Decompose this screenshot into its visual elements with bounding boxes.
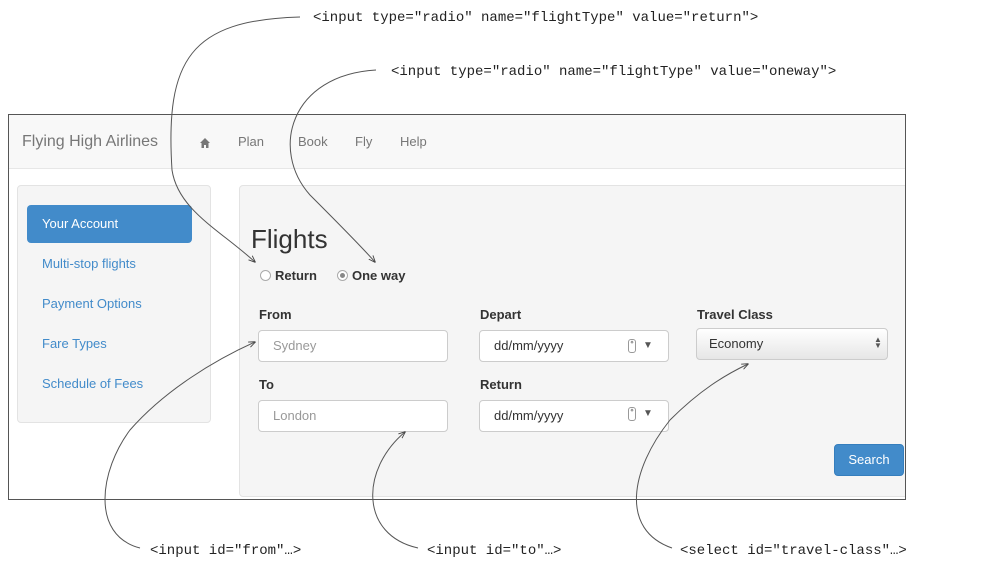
depart-label: Depart [480, 307, 522, 322]
annotation-from-input: <input id="from"…> [150, 543, 302, 559]
nav-plan[interactable]: Plan [238, 134, 264, 149]
select-arrows-icon: ▲ ▼ [874, 335, 882, 350]
navbar: Flying High Airlines Plan Book Fly Help [9, 115, 905, 169]
sidebar: Your Account Multi-stop flights Payment … [17, 185, 211, 423]
return-label: Return [480, 377, 522, 392]
home-icon[interactable] [199, 136, 211, 148]
spinner-icon[interactable]: ⋄ [628, 339, 636, 353]
flight-search-panel: Flights Return One way From Sydney To Lo… [239, 185, 905, 497]
depart-date-input[interactable]: dd/mm/yyyy [479, 330, 669, 362]
sidebar-item-multi-stop-flights[interactable]: Multi-stop flights [27, 245, 192, 283]
travel-class-select[interactable]: Economy [696, 328, 888, 360]
page-title: Flights [251, 224, 328, 254]
return-radio[interactable] [260, 270, 271, 281]
travel-class-label: Travel Class [697, 307, 773, 322]
sidebar-item-schedule-of-fees[interactable]: Schedule of Fees [27, 365, 192, 403]
sidebar-item-your-account[interactable]: Your Account [27, 205, 192, 243]
annotation-oneway-radio: <input type="radio" name="flightType" va… [391, 64, 837, 80]
annotation-return-radio: <input type="radio" name="flightType" va… [313, 10, 759, 26]
to-label: To [259, 377, 274, 392]
nav-fly[interactable]: Fly [355, 134, 372, 149]
from-label: From [259, 307, 292, 322]
spinner-icon[interactable]: ⋄ [628, 407, 636, 421]
nav-help[interactable]: Help [400, 134, 427, 149]
app-window: Flying High Airlines Plan Book Fly Help … [8, 114, 906, 500]
return-date-input[interactable]: dd/mm/yyyy [479, 400, 669, 432]
oneway-radio-label[interactable]: One way [352, 268, 405, 283]
sidebar-item-fare-types[interactable]: Fare Types [27, 325, 192, 363]
annotation-travel-class-select: <select id="travel-class"…> [680, 543, 907, 559]
sidebar-item-payment-options[interactable]: Payment Options [27, 285, 192, 323]
oneway-radio[interactable] [337, 270, 348, 281]
from-input[interactable]: Sydney [258, 330, 448, 362]
brand-link[interactable]: Flying High Airlines [22, 133, 158, 151]
search-button[interactable]: Search [834, 444, 904, 476]
return-radio-label[interactable]: Return [275, 268, 317, 283]
return-date-placeholder: dd/mm/yyyy [494, 408, 564, 423]
depart-date-placeholder: dd/mm/yyyy [494, 338, 564, 353]
caret-down-icon[interactable]: ▼ [643, 408, 653, 419]
to-input[interactable]: London [258, 400, 448, 432]
annotation-to-input: <input id="to"…> [427, 543, 562, 559]
nav-book[interactable]: Book [298, 134, 328, 149]
travel-class-value: Economy [709, 336, 764, 351]
caret-down-icon[interactable]: ▼ [643, 340, 653, 351]
